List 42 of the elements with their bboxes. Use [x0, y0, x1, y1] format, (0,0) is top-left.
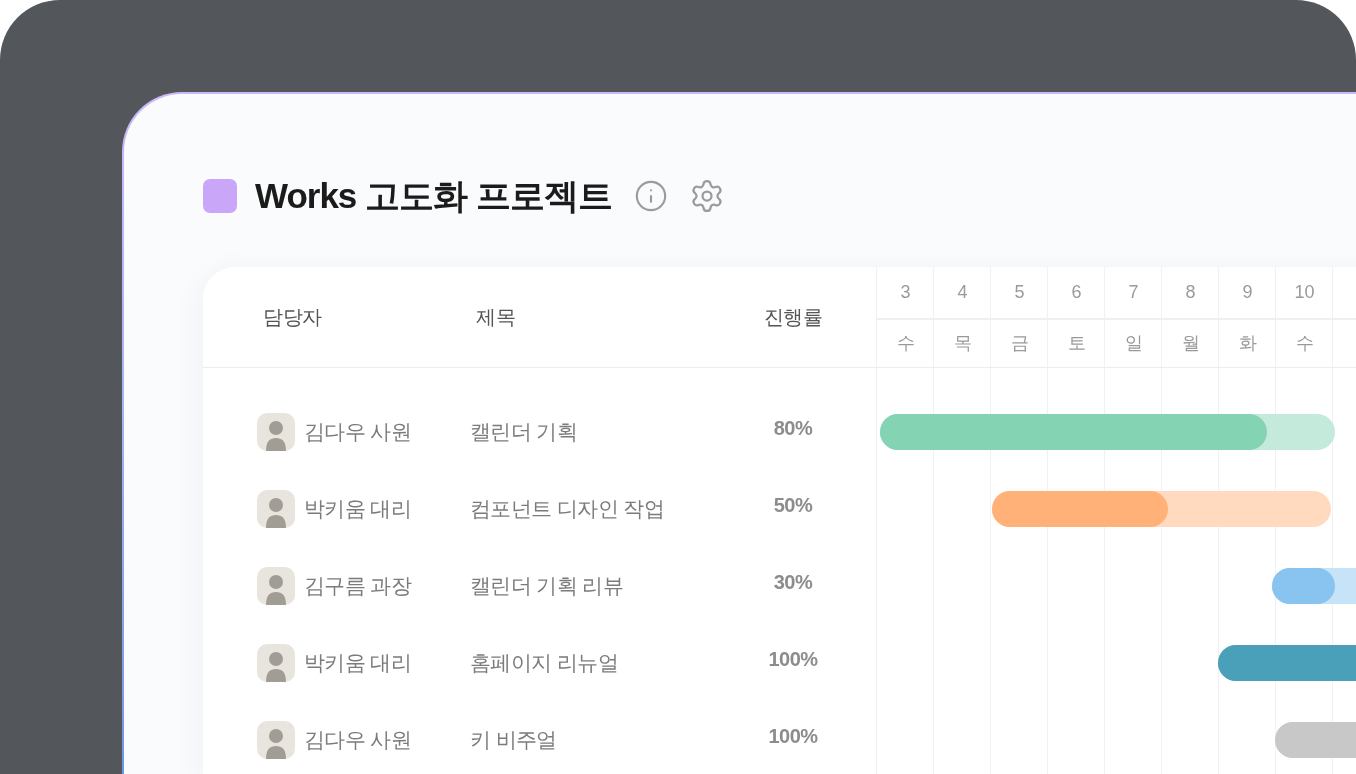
task-title: 캘린더 기획 리뷰	[470, 572, 624, 599]
weekday-label: 월	[1180, 332, 1201, 355]
project-title: Works 고도화 프로젝트	[255, 174, 612, 217]
weekday-label: 일	[1123, 332, 1144, 355]
weekday-label: 금	[1009, 332, 1030, 355]
task-title: 캘린더 기획	[470, 418, 578, 445]
column-header: 제목	[476, 304, 515, 330]
date-label: 4	[956, 281, 969, 304]
progress-percent: 30%	[773, 571, 813, 594]
date-label: 6	[1070, 281, 1083, 304]
assignee-name: 박키움 대리	[304, 649, 412, 676]
weekday-label: 목	[952, 332, 973, 355]
progress-percent: 80%	[773, 417, 813, 440]
weekday-label: 화	[1237, 332, 1258, 355]
avatar-icon	[257, 566, 295, 605]
date-label: 5	[1013, 281, 1026, 304]
assignee-name: 김구름 과장	[304, 572, 412, 599]
info-icon[interactable]	[633, 179, 668, 213]
weekday-label: 토	[1066, 332, 1087, 355]
avatar-icon	[257, 720, 295, 759]
task-title: 컴포넌트 디자인 작업	[470, 495, 665, 522]
date-label: 9	[1241, 281, 1254, 304]
column-header: 담당자	[263, 304, 322, 330]
task-title: 키 비주얼	[470, 726, 557, 753]
avatar-icon	[257, 643, 295, 682]
date-label: 8	[1184, 281, 1197, 304]
weekday-label: 수	[1294, 332, 1315, 355]
avatar-icon	[257, 412, 295, 451]
assignee-name: 박키움 대리	[304, 495, 412, 522]
task-title: 홈페이지 리뉴얼	[470, 649, 619, 676]
assignee-name: 김다우 사원	[304, 418, 412, 445]
progress-percent: 100%	[768, 725, 818, 748]
avatar-icon	[257, 489, 295, 528]
column-header: 진행률	[763, 304, 823, 330]
progress-percent: 50%	[773, 494, 813, 517]
date-label: 3	[899, 281, 912, 304]
date-label: 10	[1293, 281, 1316, 304]
progress-percent: 100%	[768, 648, 818, 671]
color-swatch-icon	[203, 179, 237, 213]
weekday-label: 수	[895, 332, 916, 355]
assignee-name: 김다우 사원	[304, 726, 412, 753]
date-label: 7	[1127, 281, 1140, 304]
